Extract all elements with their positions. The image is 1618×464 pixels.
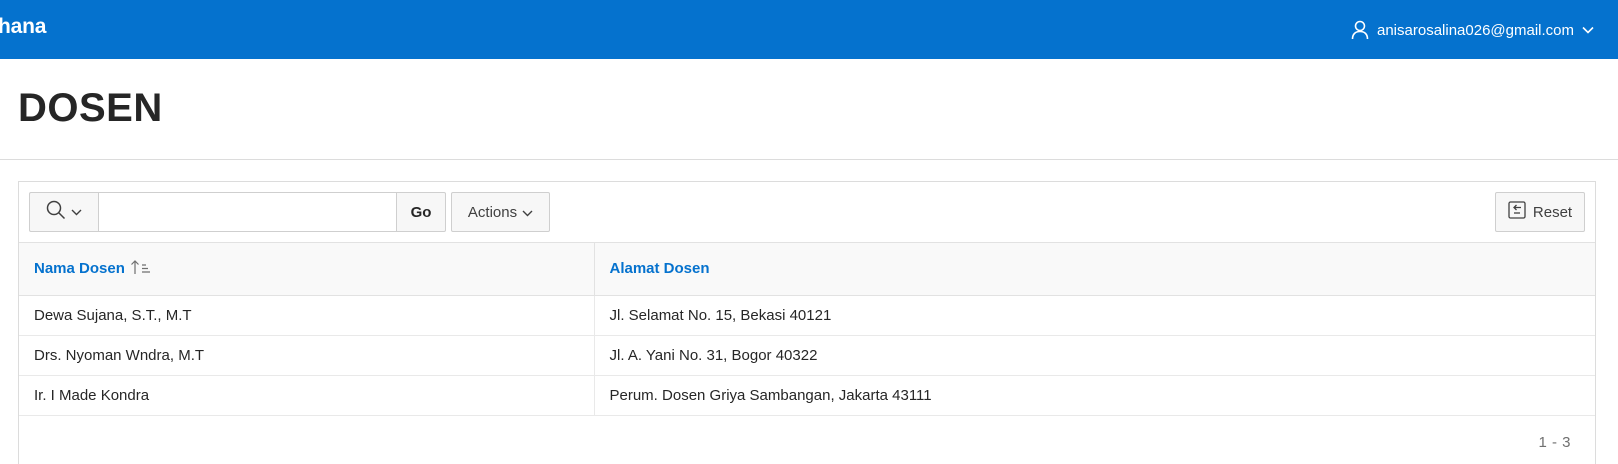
cell-alamat-dosen: Jl. A. Yani No. 31, Bogor 40322 [594, 335, 1595, 376]
column-header-label: Alamat Dosen [609, 260, 710, 278]
table-row: Drs. Nyoman Wndra, M.T Jl. A. Yani No. 3… [19, 335, 1595, 376]
cell-nama-dosen: Ir. I Made Kondra [19, 375, 595, 416]
reset-icon [1508, 201, 1526, 223]
chevron-down-icon [71, 203, 82, 221]
actions-label: Actions [467, 203, 518, 221]
cell-nama-dosen: Dewa Sujana, S.T., M.T [19, 295, 595, 336]
sort-ascending-icon [130, 259, 152, 279]
search-icon [46, 200, 66, 225]
reset-button[interactable]: Reset [1495, 192, 1585, 232]
table-row: Ir. I Made Kondra Perum. Dosen Griya Sam… [19, 375, 1595, 416]
reset-label: Reset [1532, 203, 1573, 221]
user-icon [1351, 20, 1369, 40]
interactive-report: Go Actions Reset Nama Dosen Alamat Dosen… [18, 181, 1596, 464]
page-title: DOSEN [18, 86, 163, 130]
cell-alamat-dosen: Perum. Dosen Griya Sambangan, Jakarta 43… [594, 375, 1595, 416]
search-input[interactable] [98, 192, 397, 232]
go-button[interactable]: Go [397, 192, 446, 232]
pagination-range: 1 - 3 [1538, 434, 1571, 451]
title-region: DOSEN [0, 59, 1618, 160]
column-header-nama-dosen[interactable]: Nama Dosen [19, 243, 595, 296]
actions-menu-button[interactable]: Actions [451, 192, 550, 232]
search-column-selector[interactable] [29, 192, 98, 232]
table-header-row: Nama Dosen Alamat Dosen [19, 243, 1595, 296]
app-title[interactable]: rhana [0, 15, 46, 39]
cell-nama-dosen: Drs. Nyoman Wndra, M.T [19, 335, 595, 376]
chevron-down-icon [1582, 26, 1594, 34]
column-header-alamat-dosen[interactable]: Alamat Dosen [594, 243, 1595, 296]
report-table: Nama Dosen Alamat Dosen Dewa Sujana, S.T… [19, 243, 1595, 416]
search-group: Go [29, 192, 446, 232]
cell-alamat-dosen: Jl. Selamat No. 15, Bekasi 40121 [594, 295, 1595, 336]
user-email: anisarosalina026@gmail.com [1377, 21, 1574, 39]
chevron-down-icon [522, 204, 533, 221]
top-navigation-bar: rhana anisarosalina026@gmail.com [0, 0, 1618, 59]
column-header-label: Nama Dosen [34, 260, 125, 278]
user-menu[interactable]: anisarosalina026@gmail.com [1351, 18, 1594, 42]
table-row: Dewa Sujana, S.T., M.T Jl. Selamat No. 1… [19, 295, 1595, 336]
report-toolbar: Go Actions Reset [19, 182, 1595, 243]
